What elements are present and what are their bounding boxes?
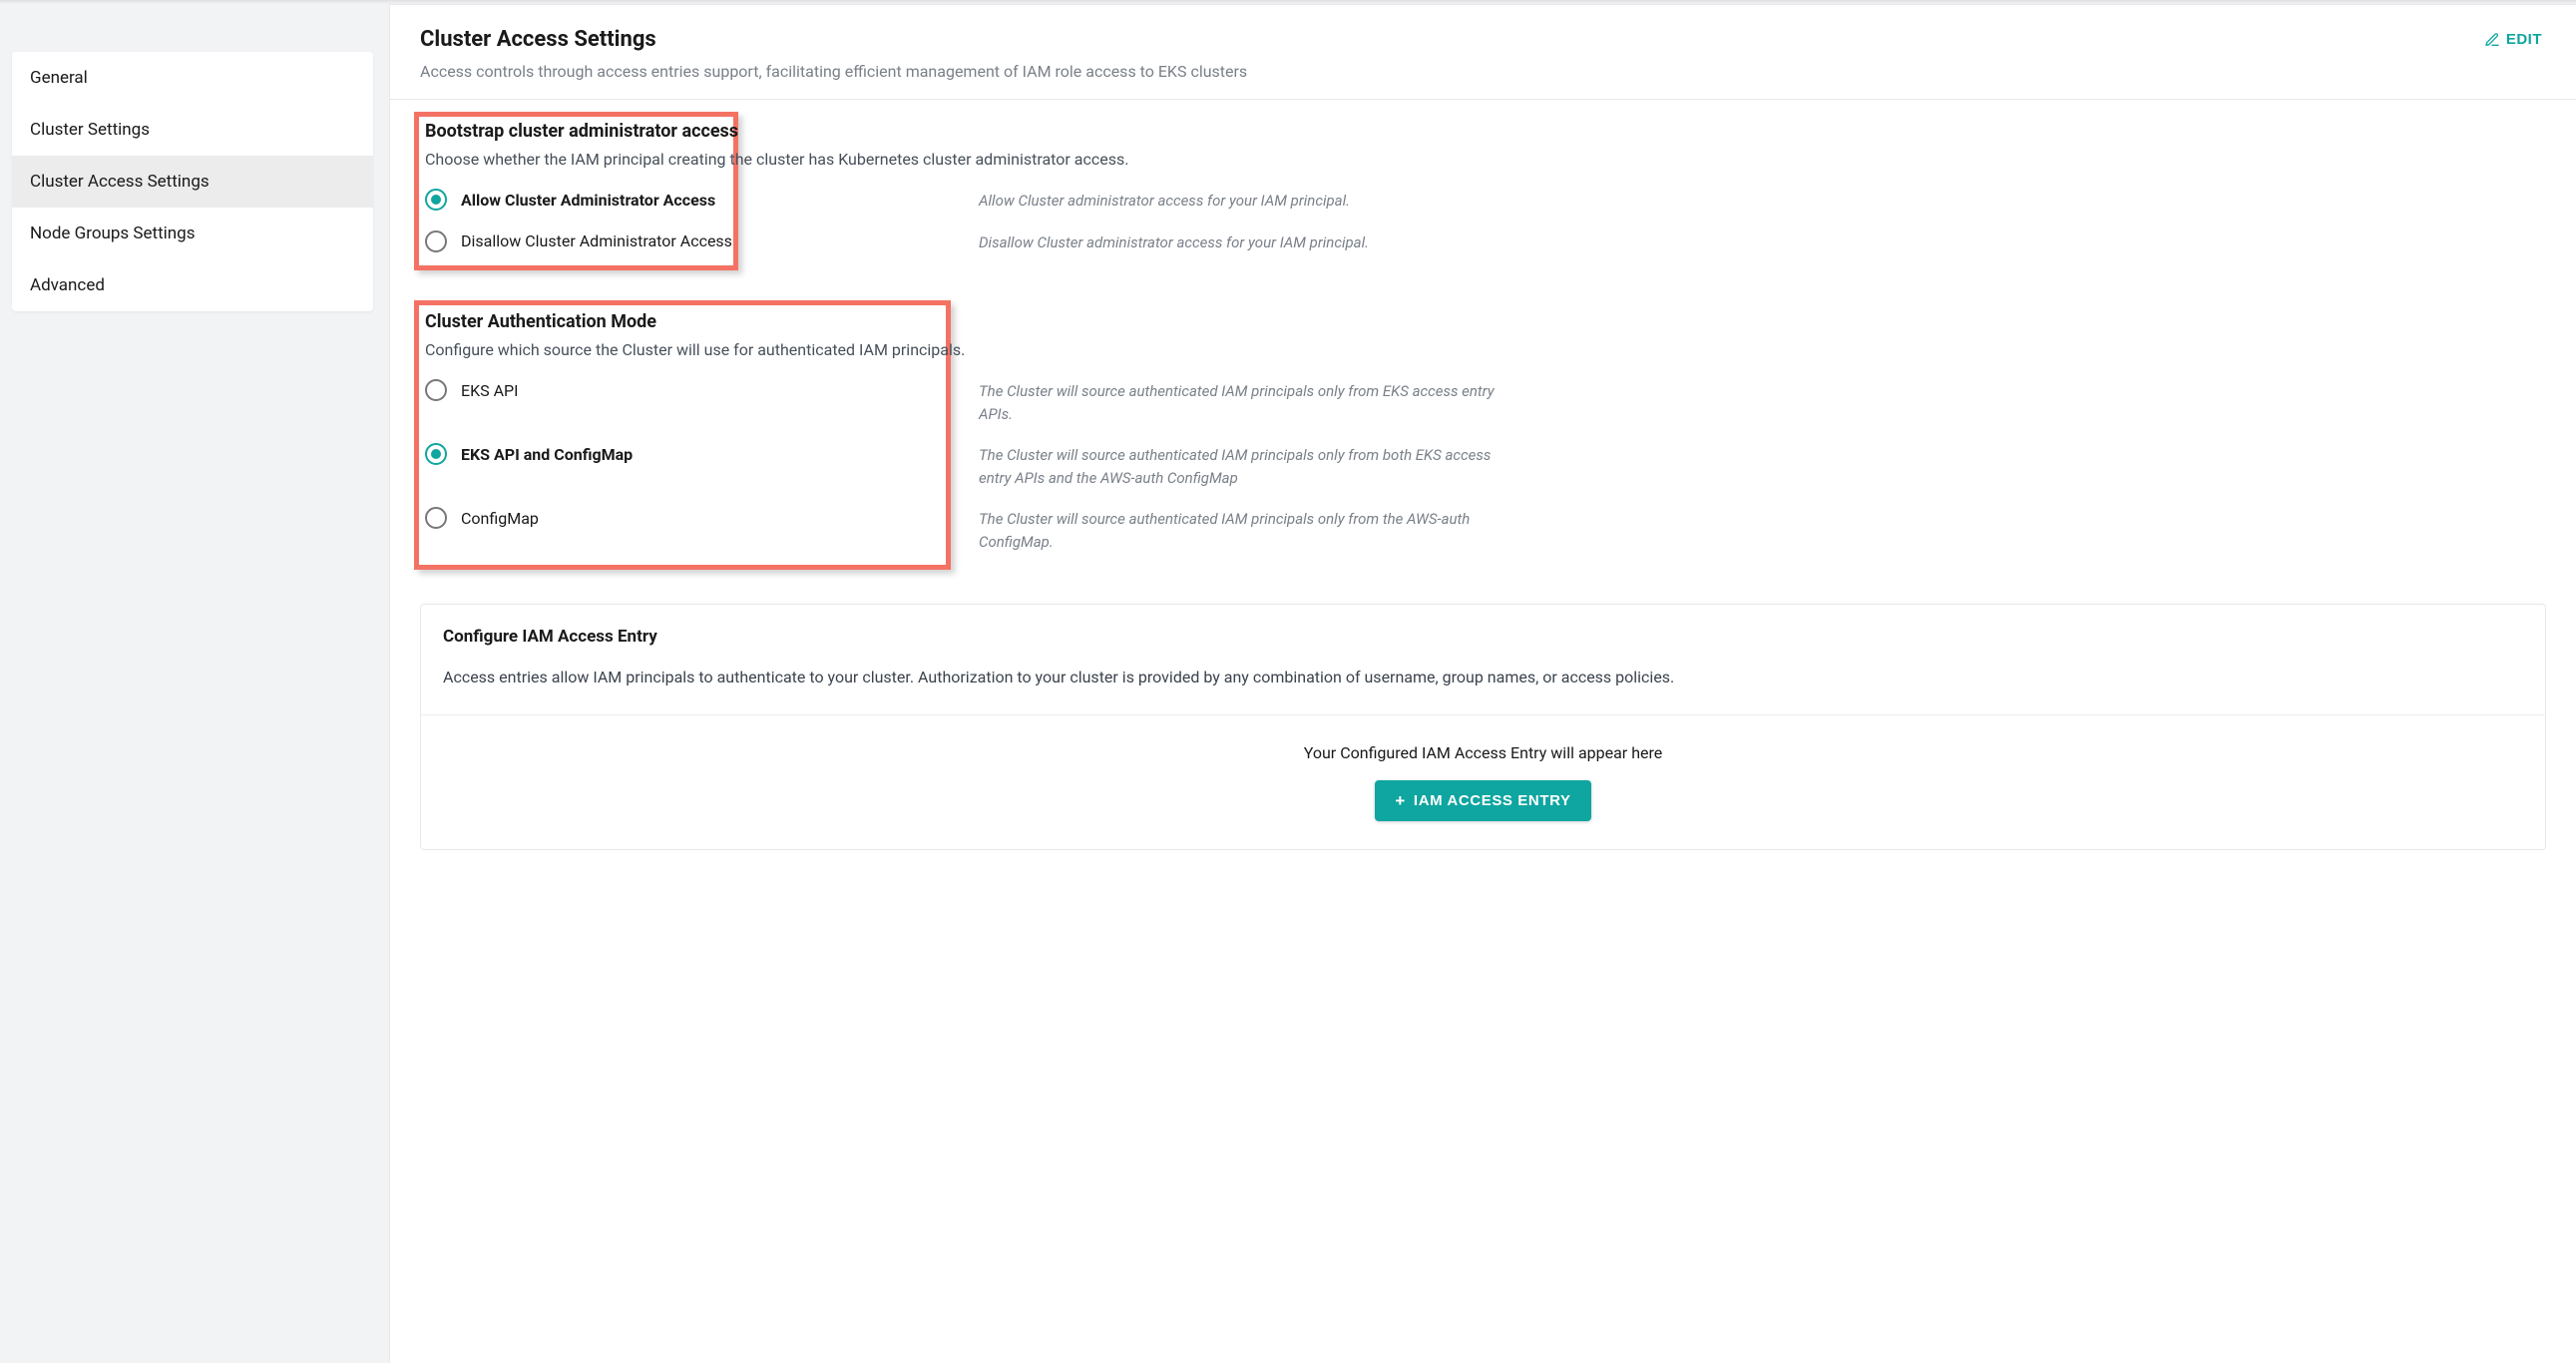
sidebar-item-general[interactable]: General xyxy=(12,52,373,104)
option-disallow-admin[interactable]: Disallow Cluster Administrator Access Di… xyxy=(425,225,1503,260)
iam-card-desc: Access entries allow IAM principals to a… xyxy=(443,665,2523,690)
edit-button[interactable]: EDIT xyxy=(2480,27,2546,52)
radio-disallow-admin[interactable] xyxy=(425,230,447,252)
sidebar-item-cluster-settings[interactable]: Cluster Settings xyxy=(12,104,373,156)
option-help: The Cluster will source authenticated IA… xyxy=(979,507,1498,553)
sidebar-item-node-groups-settings[interactable]: Node Groups Settings xyxy=(12,208,373,259)
radio-eks-api-and-configmap[interactable] xyxy=(425,443,447,465)
option-allow-admin[interactable]: Allow Cluster Administrator Access Allow… xyxy=(425,183,1503,219)
settings-sidebar: General Cluster Settings Cluster Access … xyxy=(12,52,373,311)
option-eks-api[interactable]: EKS API The Cluster will source authenti… xyxy=(425,373,1503,431)
option-label: Disallow Cluster Administrator Access xyxy=(461,231,732,250)
sidebar-item-advanced[interactable]: Advanced xyxy=(12,259,373,311)
radio-allow-admin[interactable] xyxy=(425,189,447,211)
highlight-authmode: Cluster Authentication Mode Configure wh… xyxy=(414,300,951,570)
main-panel: Cluster Access Settings Access controls … xyxy=(389,4,2576,1363)
plus-icon: + xyxy=(1395,792,1406,809)
add-iam-access-entry-button[interactable]: + IAM ACCESS ENTRY xyxy=(1375,780,1590,821)
option-label: Allow Cluster Administrator Access xyxy=(461,191,715,210)
option-label: EKS API and ConfigMap xyxy=(461,445,633,464)
iam-card-title: Configure IAM Access Entry xyxy=(443,627,2523,647)
bootstrap-admin-section: Bootstrap cluster administrator access C… xyxy=(390,100,2576,286)
option-eks-api-and-configmap[interactable]: EKS API and ConfigMap The Cluster will s… xyxy=(425,437,1503,495)
option-help: Disallow Cluster administrator access fo… xyxy=(979,230,1369,254)
auth-mode-section: Cluster Authentication Mode Configure wh… xyxy=(390,286,2576,586)
iam-empty-message: Your Configured IAM Access Entry will ap… xyxy=(443,743,2523,762)
page-title: Cluster Access Settings xyxy=(420,27,1247,52)
sidebar-item-cluster-access-settings[interactable]: Cluster Access Settings xyxy=(12,156,373,208)
option-help: Allow Cluster administrator access for y… xyxy=(979,189,1350,213)
option-help: The Cluster will source authenticated IA… xyxy=(979,443,1498,489)
radio-configmap[interactable] xyxy=(425,507,447,529)
iam-access-entry-card: Configure IAM Access Entry Access entrie… xyxy=(420,604,2546,850)
bootstrap-desc: Choose whether the IAM principal creatin… xyxy=(425,150,1503,169)
option-configmap[interactable]: ConfigMap The Cluster will source authen… xyxy=(425,501,1503,559)
bootstrap-title: Bootstrap cluster administrator access xyxy=(425,121,1503,142)
option-help: The Cluster will source authenticated IA… xyxy=(979,379,1498,425)
highlight-bootstrap: Bootstrap cluster administrator access C… xyxy=(414,112,738,270)
authmode-title: Cluster Authentication Mode xyxy=(425,311,1503,332)
page-subtitle: Access controls through access entries s… xyxy=(420,62,1247,81)
pencil-icon xyxy=(2484,32,2500,48)
option-label: ConfigMap xyxy=(461,509,539,528)
authmode-desc: Configure which source the Cluster will … xyxy=(425,340,1503,359)
add-iam-access-entry-label: IAM ACCESS ENTRY xyxy=(1414,792,1571,809)
radio-eks-api[interactable] xyxy=(425,379,447,401)
option-label: EKS API xyxy=(461,381,518,400)
edit-button-label: EDIT xyxy=(2506,31,2542,48)
